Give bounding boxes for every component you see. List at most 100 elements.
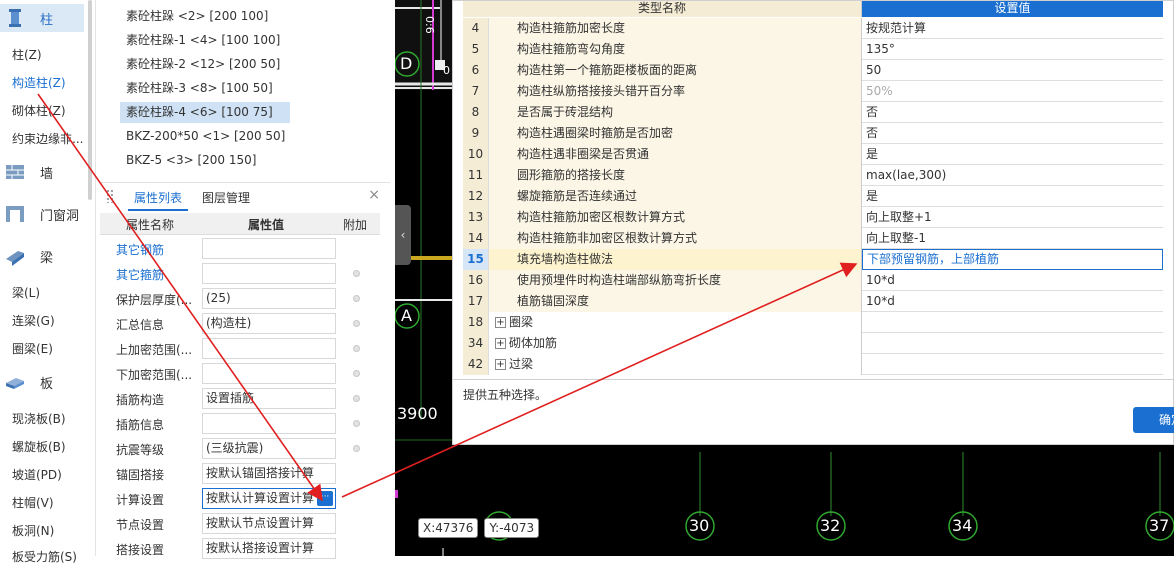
setting-value[interactable]: 否 (862, 102, 1163, 123)
extra-checkbox[interactable] (353, 295, 360, 302)
nav-category-column[interactable]: 柱 (0, 4, 84, 32)
extra-checkbox[interactable] (353, 395, 360, 402)
coord-y[interactable]: Y:-4073 (484, 518, 540, 538)
nav-item-beam[interactable]: 梁(L) (12, 284, 40, 301)
beam-icon (4, 245, 28, 267)
nav-item-boundary-column[interactable]: 约束边缘非... (12, 130, 83, 147)
instance-item[interactable]: 素砼柱跺-2 <12> [200 50] (120, 54, 286, 75)
setting-value[interactable]: 按规范计算 (862, 18, 1163, 39)
extra-checkbox[interactable] (353, 370, 360, 377)
setting-value[interactable]: 向上取整+1 (862, 207, 1163, 228)
nav-item-cast-slab[interactable]: 现浇板(B) (12, 410, 66, 427)
property-value-field[interactable]: 按默认节点设置计算 (202, 513, 336, 534)
property-value-field[interactable]: (25) (202, 288, 336, 309)
ok-button[interactable]: 确定 (1133, 407, 1174, 433)
setting-value[interactable]: 50% (862, 81, 1163, 102)
setting-value[interactable]: 50 (862, 60, 1163, 81)
extra-checkbox[interactable] (353, 270, 360, 277)
instance-item[interactable]: 素砼柱跺 <2> [200 100] (120, 6, 274, 27)
coord-x[interactable]: X:47376 (418, 518, 479, 538)
property-value-field[interactable] (202, 338, 336, 359)
dimension-label: 3900 (397, 404, 438, 423)
setting-value[interactable]: 10*d (862, 291, 1163, 312)
property-value-field[interactable] (202, 413, 336, 434)
settings-group-row[interactable]: 18 + 圈梁 (463, 312, 1163, 333)
instance-item-selected[interactable]: 素砼柱跺-4 <6> [100 75] (120, 102, 290, 123)
instance-item[interactable]: BKZ-200*50 <1> [200 50] (120, 126, 291, 147)
nav-item-slab-hole[interactable]: 板洞(N) (12, 522, 54, 539)
nav-item-ring-beam[interactable]: 圈梁(E) (12, 340, 53, 357)
instance-item[interactable]: BKZ-5 <3> [200 150] (120, 150, 262, 171)
column-header-extra: 附加 (343, 218, 368, 232)
nav-item-ramp[interactable]: 坡道(PD) (12, 466, 62, 483)
nav-item-slab-rebar[interactable]: 板受力筋(S) (12, 548, 77, 565)
settings-row[interactable]: 5 构造柱箍筋弯勾角度 135° (463, 39, 1163, 60)
extra-checkbox[interactable] (353, 445, 360, 452)
setting-value[interactable]: 是 (862, 186, 1163, 207)
nav-category-slab[interactable]: 板 (0, 368, 84, 396)
extra-checkbox[interactable] (353, 320, 360, 327)
nav-item-coupling-beam[interactable]: 连梁(G) (12, 312, 55, 329)
settings-row[interactable]: 13 构造柱箍筋加密区根数计算方式 向上取整+1 (463, 207, 1163, 228)
property-value-field[interactable] (202, 238, 336, 259)
nav-category-beam[interactable]: 梁 (0, 242, 84, 270)
setting-value[interactable]: 向上取整-1 (862, 228, 1163, 249)
setting-group-name: + 圈梁 (489, 312, 862, 333)
nav-category-door-window[interactable]: 门窗洞 (0, 200, 84, 228)
nav-category-wall[interactable]: 墙 (0, 158, 84, 186)
nav-item-structural-column[interactable]: 构造柱(Z) (12, 74, 66, 91)
settings-row[interactable]: 4 构造柱箍筋加密长度 按规范计算 (463, 18, 1163, 39)
property-value-field[interactable] (202, 363, 336, 384)
settings-row[interactable]: 7 构造柱纵筋搭接接头错开百分率 50% (463, 81, 1163, 102)
expand-icon[interactable]: + (495, 338, 506, 349)
tab-property-list[interactable]: 属性列表 (134, 189, 182, 206)
property-value-field[interactable]: 按默认锚固搭接计算 (202, 463, 336, 484)
settings-row[interactable]: 11 圆形箍筋的搭接长度 max(lae,300) (463, 165, 1163, 186)
ellipsis-button[interactable]: ··· (317, 491, 333, 506)
setting-name: 构造柱纵筋搭接接头错开百分率 (489, 81, 862, 102)
settings-group-row[interactable]: 34 + 砌体加筋 (463, 333, 1163, 354)
property-value-field[interactable] (202, 263, 336, 284)
calc-settings-field[interactable]: 按默认计算设置计算 ··· (202, 488, 336, 509)
setting-value[interactable]: 135° (862, 39, 1163, 60)
setting-value[interactable]: max(lae,300) (862, 165, 1163, 186)
setting-value-editor[interactable]: 下部预留钢筋，上部植筋 (862, 249, 1163, 270)
expand-icon[interactable]: + (495, 317, 506, 328)
close-icon[interactable]: × (368, 187, 380, 203)
group-label: 圈梁 (509, 315, 534, 329)
property-name[interactable]: 其它箍筋 (116, 266, 164, 283)
nav-scrollbar[interactable] (88, 0, 92, 200)
settings-row-current[interactable]: 15 填充墙构造柱做法 下部预留钢筋，上部植筋 (463, 249, 1163, 270)
settings-row[interactable]: 10 构造柱遇非圈梁是否贯通 是 (463, 144, 1163, 165)
instance-item[interactable]: 素砼柱跺-3 <8> [100 50] (120, 78, 279, 99)
settings-row[interactable]: 6 构造柱第一个箍筋距楼板面的距离 50 (463, 60, 1163, 81)
settings-row[interactable]: 9 构造柱遇圈梁时箍筋是否加密 否 (463, 123, 1163, 144)
setting-value[interactable]: 10*d (862, 270, 1163, 291)
collapse-panel-button[interactable]: ‹ (395, 205, 411, 265)
property-value-field[interactable]: (三级抗震) (202, 438, 336, 459)
expand-icon[interactable]: + (495, 359, 506, 370)
nav-item-column-cap[interactable]: 柱帽(V) (12, 494, 54, 511)
extra-checkbox[interactable] (353, 420, 360, 427)
property-value-field[interactable]: (构造柱) (202, 313, 336, 334)
instance-item[interactable]: 素砼柱跺-1 <4> [100 100] (120, 30, 286, 51)
tab-layer-management[interactable]: 图层管理 (202, 189, 250, 206)
property-value-field[interactable]: 设置插筋 (202, 388, 336, 409)
nav-item-column[interactable]: 柱(Z) (12, 46, 42, 63)
settings-group-row[interactable]: 42 + 过梁 (463, 354, 1163, 375)
setting-value[interactable]: 否 (862, 123, 1163, 144)
settings-row[interactable]: 12 螺旋箍筋是否连续通过 是 (463, 186, 1163, 207)
setting-value[interactable]: 是 (862, 144, 1163, 165)
nav-item-spiral-slab[interactable]: 螺旋板(B) (12, 438, 66, 455)
settings-row[interactable]: 17 植筋锚固深度 10*d (463, 291, 1163, 312)
property-name: 抗震等级 (116, 443, 165, 457)
nav-item-masonry-column[interactable]: 砌体柱(Z) (12, 102, 66, 119)
settings-row[interactable]: 16 使用预埋件时构造柱端部纵筋弯折长度 10*d (463, 270, 1163, 291)
property-row: 搭接设置 按默认搭接设置计算 (100, 536, 380, 561)
drag-grip-icon[interactable] (106, 189, 114, 203)
nav-category-label: 板 (40, 376, 54, 392)
settings-row[interactable]: 14 构造柱箍筋非加密区根数计算方式 向上取整-1 (463, 228, 1163, 249)
settings-row[interactable]: 8 是否属于砖混结构 否 (463, 102, 1163, 123)
extra-checkbox[interactable] (353, 345, 360, 352)
property-name[interactable]: 其它钢筋 (116, 241, 164, 258)
